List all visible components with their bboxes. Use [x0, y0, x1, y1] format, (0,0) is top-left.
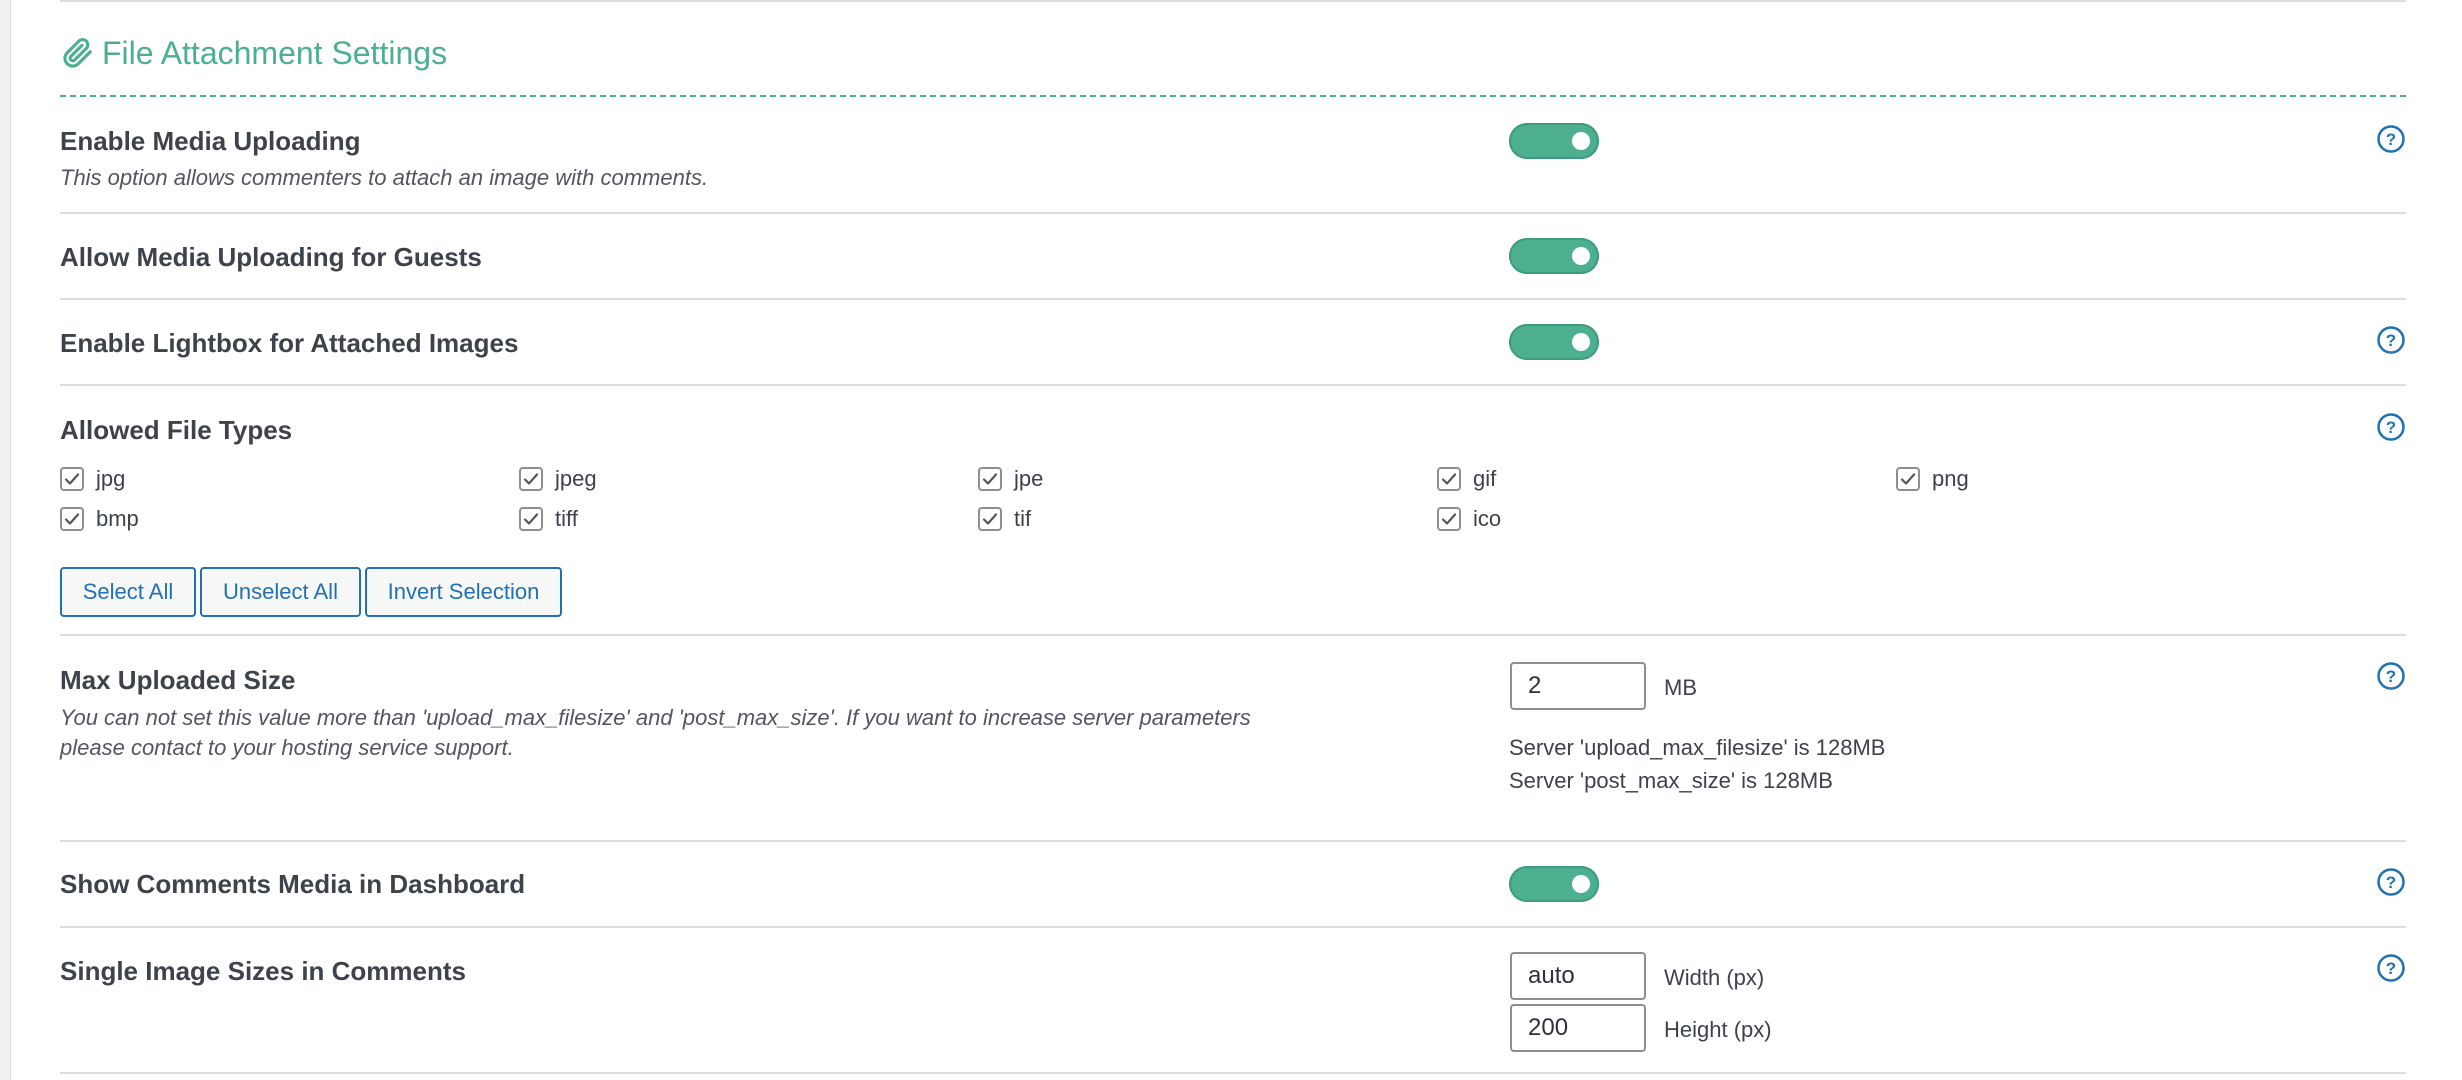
image-width-input[interactable]: auto — [1510, 952, 1646, 1000]
file-type-label: tiff — [555, 506, 578, 531]
dashboard-media-toggle[interactable] — [1509, 866, 1599, 902]
file-type-checkbox-png[interactable]: png — [1896, 466, 1969, 492]
checkbox[interactable] — [1437, 467, 1461, 491]
checkmark-icon — [982, 513, 998, 525]
setting-row-image-sizes: Single Image Sizes in Comments auto Widt… — [60, 928, 2406, 1074]
file-type-label: gif — [1473, 466, 1497, 491]
setting-row-max-size: Max Uploaded Size You can not set this v… — [60, 636, 2406, 842]
setting-row-media-uploading: Enable Media Uploading This option allow… — [60, 96, 2406, 214]
setting-label: Enable Media Uploading — [60, 126, 361, 156]
max-size-input[interactable]: 2 — [1510, 662, 1646, 710]
setting-label: Allow Media Uploading for Guests — [60, 242, 482, 272]
top-divider — [60, 0, 2406, 2]
server-post-max-size: Server 'post_max_size' is 128MB — [1509, 768, 1833, 793]
setting-label: Max Uploaded Size — [60, 665, 296, 695]
setting-label: Show Comments Media in Dashboard — [60, 869, 526, 899]
setting-description: This option allows commenters to attach … — [60, 165, 709, 190]
file-type-label: jpeg — [555, 466, 597, 491]
setting-label: Single Image Sizes in Comments — [60, 956, 466, 986]
media-uploading-toggle[interactable] — [1509, 123, 1599, 159]
section-header: File Attachment Settings — [60, 30, 447, 76]
setting-row-dashboard-media: Show Comments Media in Dashboard ? — [60, 842, 2406, 928]
svg-text:?: ? — [2386, 959, 2396, 978]
server-upload-max-filesize: Server 'upload_max_filesize' is 128MB — [1509, 735, 1886, 760]
checkbox[interactable] — [60, 467, 84, 491]
file-type-checkbox-gif[interactable]: gif — [1437, 466, 1496, 492]
image-height-label: Height (px) — [1664, 1017, 1772, 1042]
checkmark-icon — [523, 473, 539, 485]
checkmark-icon — [64, 513, 80, 525]
help-icon[interactable]: ? — [2376, 867, 2406, 897]
file-type-label: jpe — [1014, 466, 1044, 491]
checkmark-icon — [1441, 473, 1457, 485]
checkmark-icon — [64, 473, 80, 485]
checkbox[interactable] — [1437, 507, 1461, 531]
setting-label: Allowed File Types — [60, 415, 293, 445]
toggle-knob — [1572, 132, 1590, 150]
checkbox[interactable] — [978, 507, 1002, 531]
image-height-input[interactable]: 200 — [1510, 1004, 1646, 1052]
setting-row-guest-uploading: Allow Media Uploading for Guests — [60, 214, 2406, 300]
checkbox[interactable] — [978, 467, 1002, 491]
file-type-label: jpg — [96, 466, 126, 491]
file-type-checkbox-bmp[interactable]: bmp — [60, 506, 139, 532]
checkbox[interactable] — [60, 507, 84, 531]
settings-panel: File Attachment Settings Enable Media Up… — [10, 0, 2462, 1080]
unselect-all-button[interactable]: Unselect All — [200, 567, 361, 617]
file-type-checkbox-tif[interactable]: tif — [978, 506, 1031, 532]
file-type-checkbox-ico[interactable]: ico — [1437, 506, 1501, 532]
svg-text:?: ? — [2386, 418, 2396, 437]
help-icon[interactable]: ? — [2376, 325, 2406, 355]
file-type-checkbox-jpe[interactable]: jpe — [978, 466, 1043, 492]
setting-row-file-types: Allowed File Types ? jpg jpeg jpe gif png bmp… — [60, 386, 2406, 636]
file-type-label: tif — [1014, 506, 1032, 531]
svg-text:?: ? — [2386, 331, 2396, 350]
toggle-knob — [1572, 875, 1590, 893]
toggle-knob — [1572, 333, 1590, 351]
checkmark-icon — [982, 473, 998, 485]
select-all-button[interactable]: Select All — [60, 567, 196, 617]
file-type-checkbox-jpeg[interactable]: jpeg — [519, 466, 597, 492]
setting-description-line-2: please contact to your hosting service s… — [60, 735, 514, 760]
help-icon[interactable]: ? — [2376, 661, 2406, 691]
file-type-label: png — [1932, 466, 1969, 491]
svg-text:?: ? — [2386, 130, 2396, 149]
setting-description-line-1: You can not set this value more than 'up… — [60, 705, 1251, 730]
image-width-label: Width (px) — [1664, 965, 1765, 990]
setting-label: Enable Lightbox for Attached Images — [60, 328, 519, 358]
checkbox[interactable] — [519, 467, 543, 491]
section-title: File Attachment Settings — [102, 34, 448, 71]
svg-text:?: ? — [2386, 667, 2396, 686]
help-icon[interactable]: ? — [2376, 953, 2406, 983]
file-type-button-group: Select All Unselect All Invert Selection — [60, 567, 660, 617]
paperclip-icon — [63, 37, 92, 68]
setting-row-lightbox: Enable Lightbox for Attached Images ? — [60, 300, 2406, 386]
guest-uploading-toggle[interactable] — [1509, 238, 1599, 274]
svg-text:?: ? — [2386, 873, 2396, 892]
max-size-unit: MB — [1664, 675, 1697, 700]
file-type-checkbox-jpg[interactable]: jpg — [60, 466, 125, 492]
lightbox-toggle[interactable] — [1509, 324, 1599, 360]
help-icon[interactable]: ? — [2376, 412, 2406, 442]
help-icon[interactable]: ? — [2376, 124, 2406, 154]
toggle-knob — [1572, 247, 1590, 265]
file-type-label: bmp — [96, 506, 139, 531]
invert-selection-button[interactable]: Invert Selection — [365, 567, 562, 617]
checkmark-icon — [1441, 513, 1457, 525]
file-type-label: ico — [1473, 506, 1502, 531]
checkmark-icon — [523, 513, 539, 525]
checkbox[interactable] — [519, 507, 543, 531]
file-type-checkbox-tiff[interactable]: tiff — [519, 506, 578, 532]
checkmark-icon — [1900, 473, 1916, 485]
checkbox[interactable] — [1896, 467, 1920, 491]
